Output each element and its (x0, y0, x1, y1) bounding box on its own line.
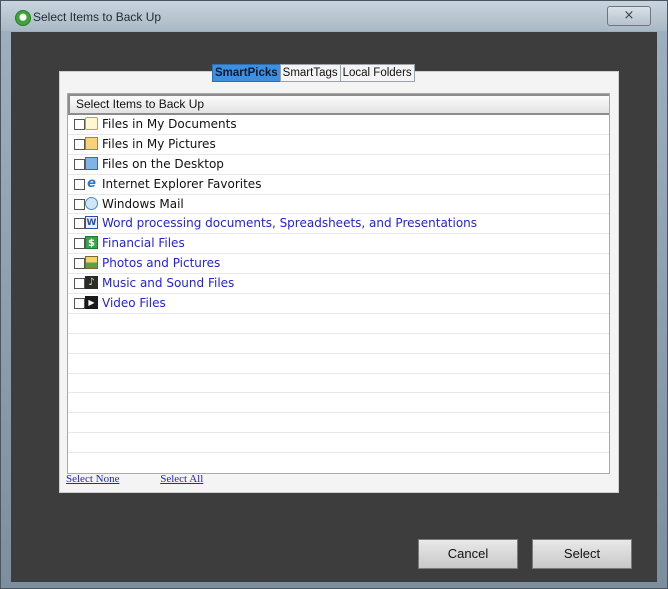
app-logo-icon (15, 10, 31, 26)
photo-icon (85, 256, 98, 270)
list-item[interactable]: Files on the Desktop (68, 155, 609, 175)
item-label: Files on the Desktop (102, 156, 224, 171)
internet-explorer-icon: e (87, 175, 96, 191)
close-button[interactable]: × (607, 6, 651, 26)
item-label: Photos and Pictures (102, 256, 221, 271)
select-none-link[interactable]: Select None (66, 473, 119, 485)
item-checkbox[interactable] (74, 119, 85, 130)
item-label: Video Files (102, 296, 166, 311)
tab-smartpicks[interactable]: SmartPicks (212, 64, 281, 82)
empty-list-row (68, 314, 609, 334)
empty-list-row (68, 354, 609, 374)
window-title: Select Items to Back Up (33, 10, 162, 24)
item-checkbox[interactable] (74, 218, 85, 230)
item-checkbox[interactable] (74, 298, 85, 310)
item-checkbox[interactable] (74, 158, 85, 170)
tab-local-folders[interactable]: Local Folders (339, 64, 415, 82)
item-checkbox[interactable] (74, 238, 85, 250)
list-item[interactable]: Files in My Documents (68, 115, 609, 135)
backup-dialog-window: Select Items to Back Up × SmartPicks Sma… (0, 0, 668, 589)
windows-mail-icon (85, 196, 98, 210)
list-item[interactable]: $ Financial Files (68, 234, 609, 255)
item-label: Word processing documents, Spreadsheets,… (102, 216, 478, 231)
word-document-icon: W (85, 216, 98, 230)
select-all-link[interactable]: Select All (160, 473, 203, 485)
empty-list-row (68, 334, 609, 354)
list-item[interactable]: e Internet Explorer Favorites (68, 175, 609, 195)
documents-folder-icon (85, 117, 98, 130)
music-icon: ♪ (85, 276, 98, 290)
select-button[interactable]: Select (532, 539, 632, 569)
item-label: Internet Explorer Favorites (102, 176, 262, 191)
item-checkbox[interactable] (74, 278, 85, 290)
list-item[interactable]: Photos and Pictures (68, 254, 609, 275)
item-checkbox[interactable] (74, 178, 85, 190)
pictures-folder-icon (85, 136, 98, 150)
item-checkbox[interactable] (74, 258, 85, 270)
video-icon: ▶ (85, 296, 98, 310)
title-bar: Select Items to Back Up × (1, 1, 667, 31)
list-rows: Files in My Documents Files in My Picture… (68, 115, 609, 454)
empty-list-row (68, 413, 609, 434)
item-checkbox[interactable] (74, 138, 85, 150)
list-item[interactable]: Windows Mail (68, 195, 609, 215)
list-item[interactable]: ▶ Video Files (68, 294, 609, 314)
cancel-button[interactable]: Cancel (418, 539, 518, 569)
tab-smarttags[interactable]: SmartTags (279, 64, 341, 82)
list-header: Select Items to Back Up (68, 94, 609, 115)
item-label: Music and Sound Files (102, 276, 235, 291)
list-item[interactable]: W Word processing documents, Spreadsheets… (68, 214, 609, 235)
desktop-icon (85, 156, 98, 170)
list-item[interactable]: ♪ Music and Sound Files (68, 274, 609, 295)
dialog-content: SmartPicks SmartTags Local Folders Selec… (11, 32, 657, 582)
backup-items-list: Select Items to Back Up Files in My Docu… (67, 93, 610, 474)
tab-bar: SmartPicks SmartTags Local Folders (212, 64, 415, 82)
dollar-icon: $ (85, 236, 98, 250)
selection-panel: SmartPicks SmartTags Local Folders Selec… (59, 64, 619, 493)
item-label: Files in My Pictures (102, 136, 216, 151)
item-checkbox[interactable] (74, 198, 85, 210)
item-label: Financial Files (102, 236, 185, 251)
item-label: Files in My Documents (102, 117, 237, 131)
item-label: Windows Mail (102, 196, 184, 211)
selection-links: Select None Select All (66, 473, 241, 485)
list-item[interactable]: Files in My Pictures (68, 135, 609, 155)
empty-list-row (68, 393, 609, 414)
empty-list-row (68, 433, 609, 454)
empty-list-row (68, 374, 609, 394)
